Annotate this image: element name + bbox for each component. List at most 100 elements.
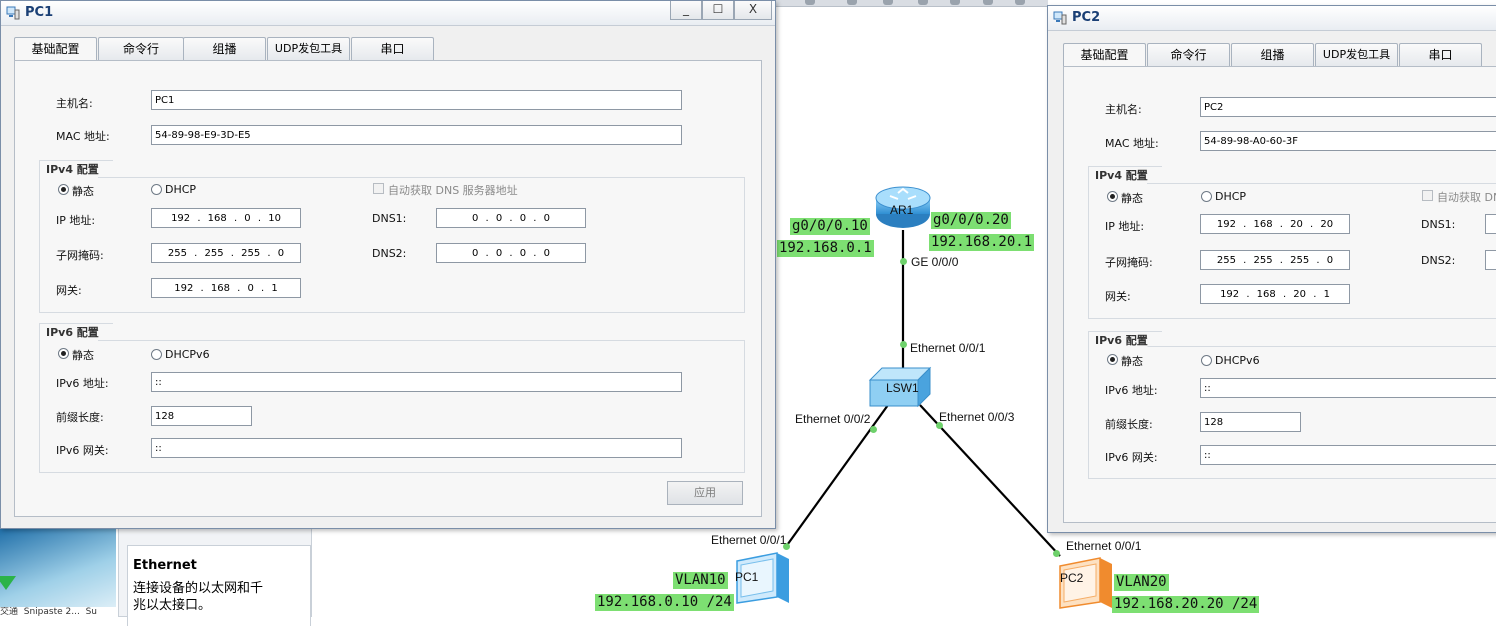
- router-ar1[interactable]: AR1: [874, 184, 932, 230]
- mask-label: 子网掩码:: [56, 249, 104, 262]
- hostname-label: 主机名:: [56, 97, 93, 110]
- apply-button[interactable]: 应用: [667, 481, 743, 505]
- auto-dns-label: 自动获取 DN: [1437, 191, 1496, 204]
- ipv6-dhcpv6-radio[interactable]: [1201, 355, 1212, 366]
- port-dot: [870, 426, 877, 433]
- ipv6-gateway-input[interactable]: ::: [151, 438, 682, 458]
- tab-udp-tool[interactable]: UDP发包工具: [267, 37, 350, 60]
- gateway-label: 网关:: [56, 284, 82, 297]
- mask-input[interactable]: 255 . 255 . 255 . 0: [151, 243, 301, 263]
- ipv6-gateway-input[interactable]: ::: [1200, 445, 1496, 465]
- pc-window-icon: [1053, 11, 1067, 25]
- auto-dns-label: 自动获取 DNS 服务器地址: [388, 184, 518, 197]
- dns2-label: DNS2:: [1421, 254, 1456, 267]
- gateway-input[interactable]: 192 . 168 . 20 . 1: [1200, 284, 1350, 304]
- maximize-button[interactable]: ☐: [702, 1, 734, 20]
- pc1-titlebar[interactable]: PC1 _ ☐ X: [1, 1, 775, 26]
- basic-config-panel: 主机名: PC1 MAC 地址: 54-89-98-E9-3D-E5 IPv4 …: [14, 60, 762, 517]
- pc2-node[interactable]: PC2: [1056, 556, 1114, 617]
- ipv4-dhcp-radio[interactable]: [151, 184, 162, 195]
- pc1-node[interactable]: PC1: [733, 551, 791, 611]
- auto-dns-checkbox[interactable]: [1422, 190, 1433, 201]
- static-label: 静态: [1121, 192, 1143, 205]
- ar1-subif1-ip: 192.168.0.1: [777, 240, 874, 257]
- dns2-label: DNS2:: [372, 247, 407, 260]
- pc2-titlebar[interactable]: PC2: [1048, 6, 1496, 31]
- hostname-input[interactable]: PC1: [151, 90, 682, 110]
- prefix-length-label: 前缀长度:: [1105, 418, 1153, 431]
- port-dot: [900, 258, 907, 265]
- dns1-input[interactable]: 0 . 0 . 0 . 0: [436, 208, 586, 228]
- ipv4-dhcp-radio[interactable]: [1201, 191, 1212, 202]
- mac-label: MAC 地址:: [56, 130, 110, 143]
- ipv6-static-radio[interactable]: [1107, 354, 1118, 365]
- thumbnail-caption-row: 交通 Snipaste 2... Su: [0, 607, 116, 617]
- device-info-card: Ethernet 连接设备的以太网和千 兆以太接口。: [127, 545, 311, 626]
- dhcp-label: DHCP: [1215, 190, 1247, 203]
- dns2-input[interactable]: [1485, 250, 1496, 270]
- pc2-config-window: PC2 基础配置 命令行 组播 UDP发包工具 串口 主机名: PC2 MAC …: [1047, 5, 1496, 533]
- auto-dns-checkbox[interactable]: [373, 183, 384, 194]
- hostname-label: 主机名:: [1105, 103, 1142, 116]
- close-button[interactable]: X: [734, 1, 772, 20]
- ipv4-static-radio[interactable]: [58, 184, 69, 195]
- pc-window-icon: [6, 6, 20, 20]
- tab-serial[interactable]: 串口: [1399, 43, 1482, 66]
- pc2-node-name: PC2: [1060, 571, 1084, 585]
- lsw1-port-right: Ethernet 0/0/3: [939, 410, 1015, 424]
- mac-input[interactable]: 54-89-98-E9-3D-E5: [151, 125, 682, 145]
- ip-input[interactable]: 192 . 168 . 20 . 20: [1200, 214, 1350, 234]
- prefix-length-input[interactable]: 128: [151, 406, 252, 426]
- dns2-input[interactable]: 0 . 0 . 0 . 0: [436, 243, 586, 263]
- pc2-vlan-label: VLAN20: [1114, 574, 1169, 591]
- pc2-ip-label: 192.168.20.20 /24: [1112, 596, 1260, 613]
- hostname-input[interactable]: PC2: [1200, 97, 1496, 117]
- device-thumbnail-panel: 交通 Snipaste 2... Su: [0, 528, 116, 617]
- static-label: 静态: [72, 185, 94, 198]
- ipv6-address-label: IPv6 地址:: [1105, 384, 1158, 397]
- tab-command-line[interactable]: 命令行: [1147, 43, 1230, 66]
- static-label: 静态: [1121, 355, 1143, 368]
- basic-config-panel: 主机名: PC2 MAC 地址: 54-89-98-A0-60-3F IPv4 …: [1063, 66, 1496, 523]
- ipv6-dhcpv6-radio[interactable]: [151, 349, 162, 360]
- gateway-label: 网关:: [1105, 290, 1131, 303]
- dns1-label: DNS1:: [372, 212, 407, 225]
- ipv6-static-radio[interactable]: [58, 348, 69, 359]
- tab-udp-tool[interactable]: UDP发包工具: [1315, 43, 1398, 66]
- arrow-icon: [0, 576, 16, 590]
- tab-basic-config[interactable]: 基础配置: [14, 37, 97, 61]
- dhcpv6-label: DHCPv6: [165, 348, 210, 361]
- info-description: 连接设备的以太网和千 兆以太接口。: [133, 580, 263, 614]
- dns1-input[interactable]: [1485, 214, 1496, 234]
- tab-multicast[interactable]: 组播: [1231, 43, 1314, 66]
- thumbnail-caption: Su: [85, 607, 97, 617]
- mask-input[interactable]: 255 . 255 . 255 . 0: [1200, 250, 1350, 270]
- tab-command-line[interactable]: 命令行: [98, 37, 184, 60]
- ip-label: IP 地址:: [56, 214, 96, 227]
- ipv6-address-input[interactable]: ::: [1200, 378, 1496, 398]
- minimize-button[interactable]: _: [670, 1, 702, 20]
- ar1-subif1-label: g0/0/0.10: [790, 218, 870, 235]
- ipv4-group-title: IPv4 配置: [1088, 166, 1162, 185]
- tab-serial[interactable]: 串口: [351, 37, 434, 60]
- ipv4-static-radio[interactable]: [1107, 191, 1118, 202]
- thumbnail-caption: 交通: [0, 607, 19, 617]
- ip-input[interactable]: 192 . 168 . 0 . 10: [151, 208, 301, 228]
- switch-lsw1[interactable]: LSW1: [868, 364, 932, 412]
- tab-basic-config[interactable]: 基础配置: [1063, 43, 1146, 67]
- pc1-node-name: PC1: [735, 570, 759, 584]
- device-info-panel: Ethernet 连接设备的以太网和千 兆以太接口。: [118, 528, 312, 626]
- ar1-port-label: GE 0/0/0: [911, 255, 959, 269]
- ipv6-address-input[interactable]: ::: [151, 372, 682, 392]
- tab-multicast[interactable]: 组播: [183, 37, 266, 60]
- window-title: PC1: [25, 5, 54, 20]
- pc-icon: [1059, 557, 1112, 609]
- mac-label: MAC 地址:: [1105, 137, 1159, 150]
- ipv6-gateway-label: IPv6 网关:: [56, 444, 109, 457]
- mac-input[interactable]: 54-89-98-A0-60-3F: [1200, 131, 1496, 151]
- info-description-line: 连接设备的以太网和千: [133, 581, 264, 596]
- prefix-length-input[interactable]: 128: [1200, 412, 1301, 432]
- ar1-subif2-ip: 192.168.20.1: [929, 234, 1035, 251]
- gateway-input[interactable]: 192 . 168 . 0 . 1: [151, 278, 301, 298]
- info-description-line: 兆以太接口。: [133, 598, 212, 613]
